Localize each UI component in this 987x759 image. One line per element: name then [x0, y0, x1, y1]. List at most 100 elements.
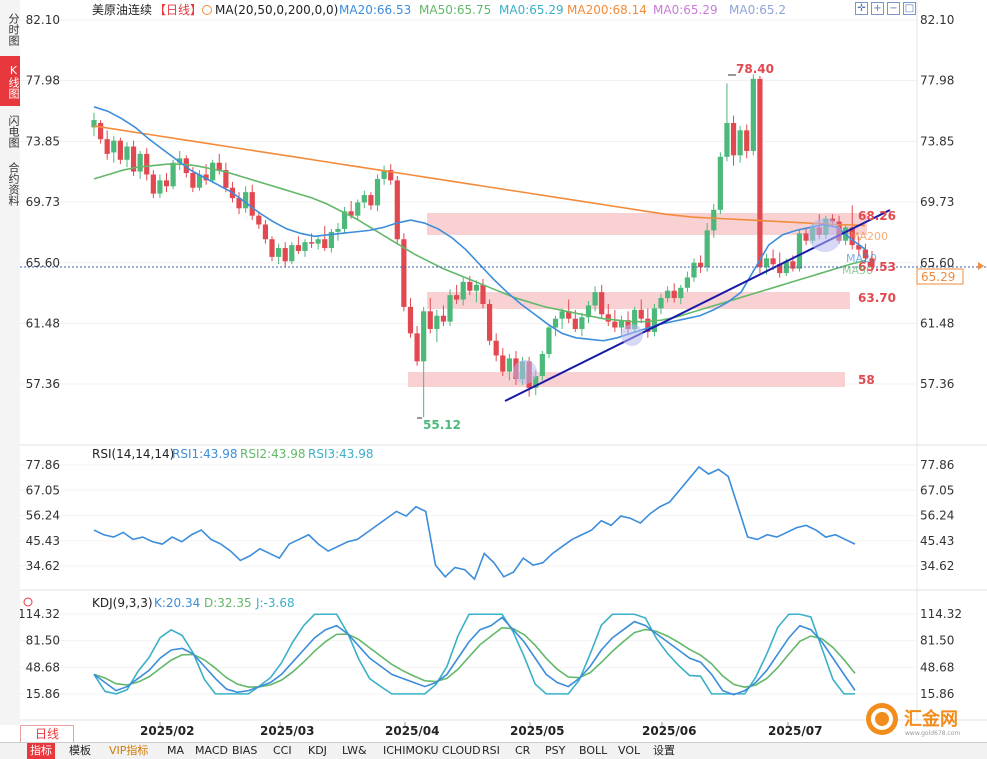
time-label-2: 2025/04	[385, 724, 439, 738]
candle-body	[506, 358, 512, 372]
kdj-tick-left-1: 81.50	[26, 634, 60, 648]
candle-body	[665, 290, 671, 299]
toolbar-button-1[interactable]: 模板	[66, 743, 94, 759]
kdj-tick-right-2: 48.68	[920, 660, 954, 674]
toolbar-button-5[interactable]: BIAS	[229, 743, 260, 759]
candle-body	[289, 245, 295, 262]
chart-svg: 82.10 82.10 77.98 77.98 73.85 73.85 69.73 69.73…	[20, 0, 987, 742]
indicator-toolbar: 指标 模板 VIP指标 MA MACD BIAS CCI KDJ LW& ICHIMOKU CLO…	[0, 742, 987, 759]
price-tick-right-0: 82.10	[920, 13, 954, 27]
sidebar-tab-0[interactable]: 分时图	[0, 4, 20, 54]
zoom-in-icon[interactable]: +	[871, 2, 884, 15]
toolbar-button-0[interactable]: 指标	[27, 743, 55, 759]
price-tick-right-2: 73.85	[920, 134, 954, 148]
rsi-tick-right-1: 67.05	[920, 483, 954, 497]
ma-params: MA(20,50,0,200,0,0)	[215, 3, 338, 17]
candle-body	[282, 248, 288, 262]
period-selector-button[interactable]: 日线	[20, 725, 74, 743]
candle-body	[757, 78, 763, 268]
toolbar-button-3[interactable]: MA	[164, 743, 187, 759]
price-tick-left-4: 65.60	[26, 256, 60, 270]
candle-body	[144, 153, 150, 175]
kdj-tick-left-2: 48.68	[26, 660, 60, 674]
ma-legend-0: MA20:66.53	[339, 3, 411, 17]
candle-body	[117, 140, 123, 160]
candle-body	[480, 284, 486, 304]
sidebar-tab-3[interactable]: 合约资料	[0, 156, 20, 212]
candle-body	[592, 292, 598, 306]
candle-body	[599, 292, 605, 315]
kdj-legend-2: J:-3.68	[255, 596, 295, 610]
candle-body	[539, 353, 545, 377]
candle-body	[711, 209, 717, 231]
toolbar-button-7[interactable]: KDJ	[305, 743, 330, 759]
candle-body	[572, 318, 578, 329]
sidebar-tab-1[interactable]: K线图	[0, 56, 20, 106]
toolbar-button-14[interactable]: VOL	[615, 743, 643, 759]
zoom-out-icon[interactable]: −	[887, 2, 900, 15]
time-label-1: 2025/03	[260, 724, 314, 738]
pattern-marker-0	[513, 360, 537, 384]
candle-body	[546, 327, 552, 354]
rsi-tick-right-0: 77.86	[920, 458, 954, 472]
ma-legend-1: MA50:65.75	[419, 3, 491, 17]
candle-body	[361, 195, 367, 203]
candle-body	[678, 287, 684, 299]
candle-body	[658, 298, 664, 309]
candle-body	[684, 277, 690, 288]
toolbar-button-8[interactable]: LW&	[339, 743, 370, 759]
maximize-icon[interactable]: □	[903, 2, 916, 15]
candle-body	[763, 258, 770, 268]
rsi-legend-2: RSI3:43.98	[308, 447, 374, 461]
candle-body	[302, 242, 308, 251]
rsi-tick-right-4: 34.62	[920, 559, 954, 573]
candle-body	[691, 262, 697, 278]
toolbar-button-12[interactable]: PSY	[542, 743, 568, 759]
candle-body	[493, 340, 499, 356]
toolbar-button-2[interactable]: VIP指标	[106, 743, 151, 759]
candle-body	[440, 315, 447, 322]
chart-mode-sidebar: 分时图 K线图 闪电图 合约资料	[0, 0, 21, 725]
time-label-3: 2025/05	[510, 724, 564, 738]
ma-tag-1: MA200	[850, 230, 888, 243]
rsi-legend-1: RSI2:43.98	[240, 447, 306, 461]
toolbar-button-6[interactable]: CCI	[270, 743, 295, 759]
price-tick-left-3: 69.73	[26, 195, 60, 209]
sidebar-tab-2[interactable]: 闪电图	[0, 108, 20, 154]
candle-body	[605, 314, 611, 322]
candle-body	[170, 162, 176, 187]
toolbar-button-11[interactable]: CR	[512, 743, 533, 759]
crosshair-icon[interactable]: ✛	[855, 2, 868, 15]
rsi-tick-left-2: 56.24	[26, 509, 60, 523]
candle-body	[104, 139, 110, 154]
price-tick-right-4: 65.60	[920, 256, 954, 270]
candle-body	[157, 180, 163, 194]
rsi-title: RSI(14,14,14)	[92, 447, 174, 461]
price-tick-left-6: 57.36	[26, 377, 60, 391]
candle-body	[447, 295, 453, 322]
candle-body	[295, 245, 301, 251]
toolbar-button-13[interactable]: BOLL	[576, 743, 610, 759]
logo-url: www.gold678.com	[905, 730, 960, 737]
kdj-title: KDJ(9,3,3)	[92, 596, 153, 610]
candle-body	[414, 333, 420, 362]
gold678-logo: 汇金网 www.gold678.com	[862, 700, 982, 738]
time-label-4: 2025/06	[642, 724, 696, 738]
price-tick-left-1: 77.98	[26, 74, 60, 88]
toolbar-button-9[interactable]: ICHIMOKU CLOUD	[380, 743, 484, 759]
candle-body	[770, 258, 776, 265]
candle-body	[467, 281, 473, 291]
candle-body	[216, 162, 222, 171]
candle-body	[552, 318, 559, 328]
candle-body	[737, 130, 743, 156]
toolbar-button-4[interactable]: MACD	[192, 743, 231, 759]
candle-body	[454, 295, 460, 300]
kdj-tick-right-0: 114.32	[920, 607, 962, 621]
current-price-label: 65.29	[921, 270, 955, 284]
candle-body	[500, 355, 506, 372]
zone-label-2: 58	[858, 373, 875, 387]
toolbar-button-10[interactable]: RSI	[479, 743, 503, 759]
toolbar-button-15[interactable]: 设置	[650, 743, 678, 759]
candle-body	[724, 122, 730, 157]
candle-body	[407, 306, 414, 334]
